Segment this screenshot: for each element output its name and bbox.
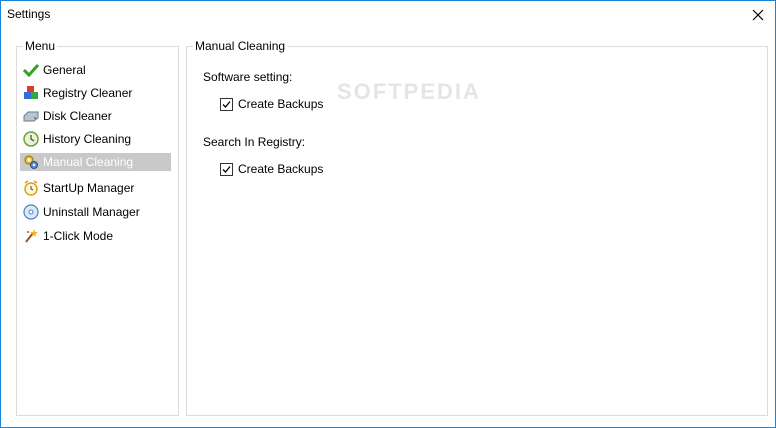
- disk-icon: [22, 107, 40, 125]
- registry-blocks-icon: [22, 84, 40, 102]
- manual-cleaning-groupbox: Manual Cleaning SOFTPEDIA Software setti…: [186, 39, 768, 416]
- menu-item-general[interactable]: General: [20, 61, 171, 79]
- menu-item-manual-cleaning[interactable]: Manual Cleaning: [20, 153, 171, 171]
- menu-item-registry-cleaner[interactable]: Registry Cleaner: [20, 84, 171, 102]
- close-icon: [752, 9, 764, 21]
- menu-item-disk-cleaner[interactable]: Disk Cleaner: [20, 107, 171, 125]
- content-legend: Manual Cleaning: [193, 39, 288, 53]
- checkbox-label: Create Backups: [238, 97, 324, 111]
- menu-item-label: 1-Click Mode: [43, 229, 114, 243]
- menu-item-label: Disk Cleaner: [43, 109, 112, 123]
- menu-item-startup-manager[interactable]: StartUp Manager: [20, 179, 171, 197]
- software-create-backups-checkbox[interactable]: Create Backups: [220, 97, 323, 111]
- close-button[interactable]: [741, 1, 775, 29]
- gears-icon: [22, 153, 40, 171]
- settings-window: Settings Menu General Registry Cleaner D…: [0, 0, 776, 428]
- checkbox-box[interactable]: [220, 162, 233, 176]
- menu-legend: Menu: [23, 39, 58, 53]
- menu-groupbox: Menu General Registry Cleaner Disk Clean…: [16, 39, 179, 416]
- check-icon: [22, 61, 40, 79]
- checkbox-label: Create Backups: [238, 162, 324, 176]
- menu-item-uninstall-manager[interactable]: Uninstall Manager: [20, 203, 171, 221]
- software-setting-label: Software setting:: [203, 70, 293, 84]
- checkmark-icon: [222, 165, 231, 173]
- menu-item-label: History Cleaning: [43, 132, 132, 146]
- menu-item-label: StartUp Manager: [43, 181, 135, 195]
- menu-item-label: Manual Cleaning: [43, 155, 134, 169]
- checkbox-box[interactable]: [220, 97, 233, 111]
- title-bar: Settings: [1, 1, 775, 29]
- menu-item-label: General: [43, 63, 86, 77]
- clock-icon: [22, 130, 40, 148]
- menu-item-history-cleaning[interactable]: History Cleaning: [20, 130, 171, 148]
- magic-wand-icon: [22, 227, 40, 245]
- menu-item-label: Uninstall Manager: [43, 205, 140, 219]
- menu-item-label: Registry Cleaner: [43, 86, 133, 100]
- checkmark-icon: [222, 100, 231, 108]
- registry-create-backups-checkbox[interactable]: Create Backups: [220, 162, 323, 176]
- search-in-registry-label: Search In Registry:: [203, 135, 306, 149]
- watermark: SOFTPEDIA: [337, 79, 481, 104]
- alarm-clock-icon: [22, 179, 40, 197]
- window-title: Settings: [7, 7, 51, 21]
- uninstall-disc-icon: [22, 203, 40, 221]
- menu-item-1-click-mode[interactable]: 1-Click Mode: [20, 227, 171, 245]
